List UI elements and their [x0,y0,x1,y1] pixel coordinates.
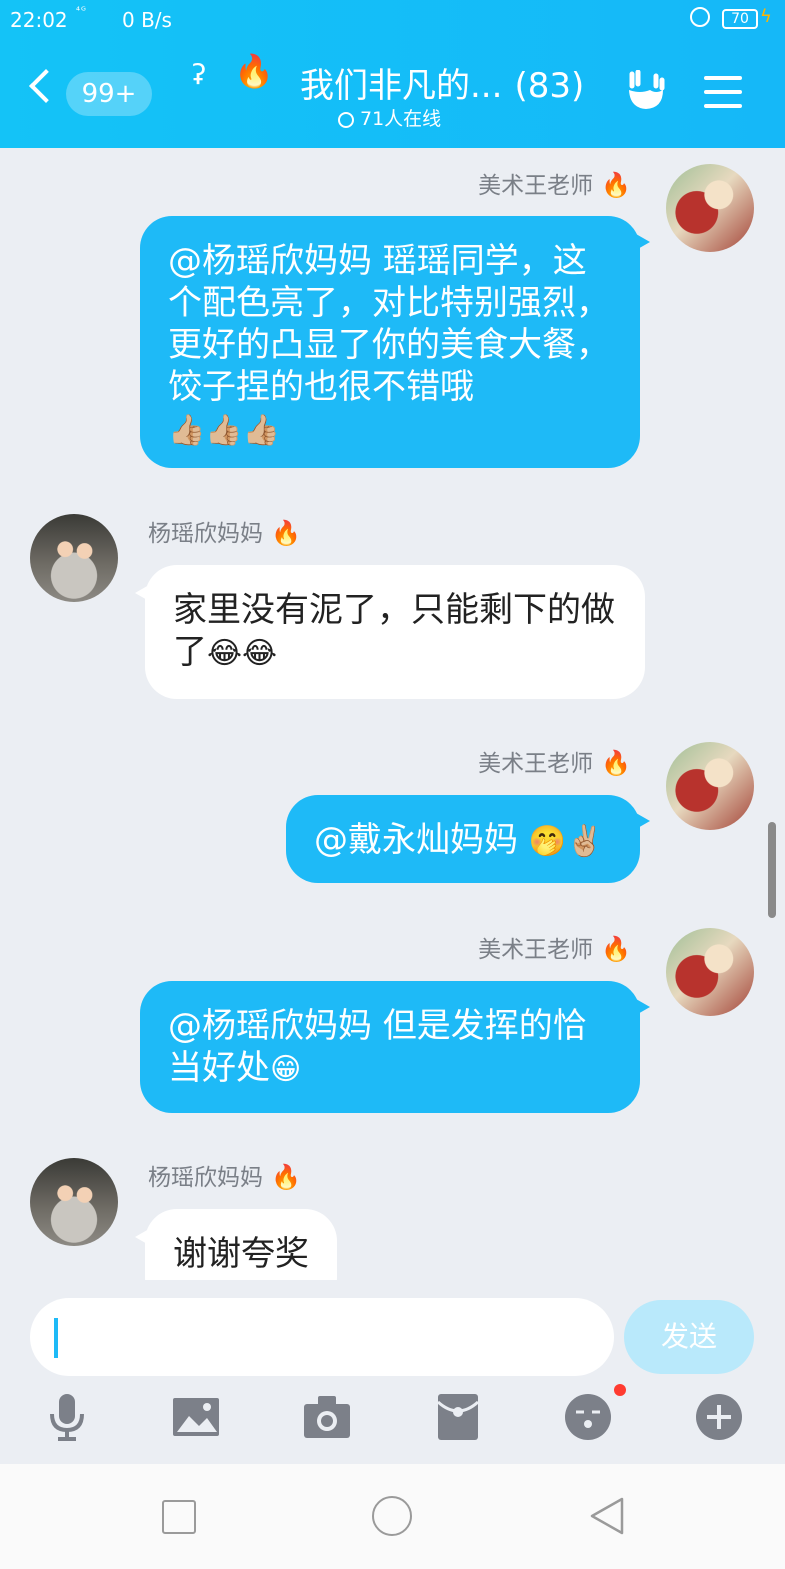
chat-header: 22:02 ⁴ᴳ 0 B/s 70 ϟ 99+ ʡ 🔥 我们非凡的... (83)… [0,0,785,148]
message-bubble[interactable]: 家里没有泥了，只能剩下的做了😂😂 [135,565,645,699]
back-icon[interactable] [29,69,63,103]
input-toolbar [0,1392,785,1452]
fire-icon: 🔥 [601,935,631,963]
message-text: 谢谢夸奖 [173,1234,309,1274]
image-icon[interactable] [171,1392,221,1442]
camera-icon[interactable] [302,1392,352,1442]
shy-victory-emoji: 🤭✌🏼 [528,824,604,859]
laugh-emoji: 😂😂 [207,636,278,671]
fire-icon: 🔥 [601,749,631,777]
avatar[interactable] [666,742,754,830]
grin-emoji: 😁 [270,1052,302,1087]
message-text: @戴永灿妈妈 [314,820,529,860]
sender-name: 杨瑶欣妈妈 🔥 [148,519,301,547]
home-icon[interactable] [372,1496,412,1536]
avatar[interactable] [30,1158,118,1246]
hand-gesture-icon[interactable] [626,70,666,112]
message-bubble[interactable]: @杨瑶欣妈妈 瑶瑶同学，这个配色亮了，对比特别强烈，更好的凸显了你的美食大餐，饺… [140,216,650,468]
message-text: @杨瑶欣妈妈 瑶瑶同学，这个配色亮了，对比特别强烈，更好的凸显了你的美食大餐，饺… [168,241,610,407]
send-button[interactable]: 发送 [624,1300,754,1374]
red-packet-icon[interactable] [433,1392,483,1442]
status-time: 22:02 [10,8,68,32]
plus-icon[interactable] [694,1392,744,1442]
microphone-icon[interactable] [42,1392,92,1442]
sender-name: 美术王老师 🔥 [478,171,631,199]
menu-icon[interactable] [704,76,742,108]
net-speed: 0 B/s [122,8,172,32]
group-name: 我们非凡的... [300,66,503,106]
fire-icon: 🔥 [271,519,301,547]
online-count: 71人在线 [360,108,442,130]
battery-icon: 70 [722,9,758,29]
thumbs-up-emoji: 👍🏼👍🏼👍🏼 [168,413,281,448]
group-title[interactable]: 我们非凡的... (83) [300,58,584,107]
message-item: 杨瑶欣妈妈 🔥 家里没有泥了，只能剩下的做了😂😂 [0,510,785,710]
fire-icon: 🔥 [601,171,631,199]
ear-icon[interactable]: ʡ [192,58,206,91]
recent-apps-icon[interactable] [162,1500,196,1534]
message-text: @杨瑶欣妈妈 但是发挥的恰当好处 [168,1006,587,1088]
system-navbar [0,1464,785,1569]
fire-icon: 🔥 [271,1163,301,1191]
online-status[interactable]: 71人在线 [338,104,441,131]
message-item: 美术王老师 🔥 @杨瑶欣妈妈 但是发挥的恰当好处😁 [0,926,785,1116]
status-bar: 22:02 ⁴ᴳ 0 B/s 70 ϟ [0,0,785,40]
online-icon [338,112,354,128]
fire-icon: 🔥 [234,52,274,90]
message-list[interactable]: 美术王老师 🔥 @杨瑶欣妈妈 瑶瑶同学，这个配色亮了，对比特别强烈，更好的凸显了你… [0,148,785,1280]
notification-dot [614,1384,626,1396]
nav-back-icon[interactable] [588,1496,626,1536]
unread-badge[interactable]: 99+ [66,72,152,116]
message-input[interactable] [30,1298,614,1376]
message-bubble[interactable]: 谢谢夸奖 [135,1209,337,1280]
message-item: 美术王老师 🔥 @杨瑶欣妈妈 瑶瑶同学，这个配色亮了，对比特别强烈，更好的凸显了你… [0,148,785,478]
avatar[interactable] [30,514,118,602]
sender-name: 杨瑶欣妈妈 🔥 [148,1163,301,1191]
input-bar: 发送 [0,1280,785,1464]
signal-icon: ⁴ᴳ [76,6,87,17]
avatar[interactable] [666,164,754,252]
emoji-icon[interactable] [563,1392,613,1442]
sender-name: 美术王老师 🔥 [478,935,631,963]
message-item: 杨瑶欣妈妈 🔥 谢谢夸奖 [0,1154,785,1280]
avatar[interactable] [666,928,754,1016]
scrollbar[interactable] [768,822,776,918]
message-bubble[interactable]: @杨瑶欣妈妈 但是发挥的恰当好处😁 [140,981,650,1113]
charging-icon: ϟ [760,6,772,27]
member-count: (83) [514,66,585,106]
alarm-icon [690,7,710,27]
message-bubble[interactable]: @戴永灿妈妈 🤭✌🏼 [286,795,650,883]
message-item: 美术王老师 🔥 @戴永灿妈妈 🤭✌🏼 [0,740,785,890]
sender-name: 美术王老师 🔥 [478,749,631,777]
text-cursor [54,1318,58,1358]
